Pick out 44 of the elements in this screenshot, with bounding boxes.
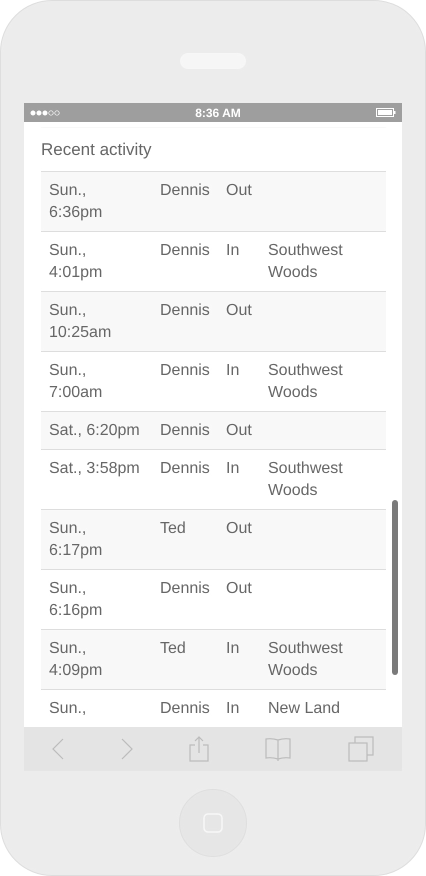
- section-title: Recent activity: [41, 139, 153, 161]
- direction-cell: Out: [226, 520, 252, 536]
- direction-cell: Out: [226, 182, 252, 198]
- share-icon[interactable]: [188, 736, 209, 762]
- place-cell: Southwest Woods: [268, 460, 343, 498]
- date-cell: Sun., 6:36pm: [49, 182, 102, 220]
- date-cell: Sun., 4:09pm: [49, 640, 102, 678]
- date-cell: Sun., 6:16pm: [49, 580, 102, 618]
- direction-cell: In: [226, 700, 240, 716]
- date-cell: Sun., 6:17pm: [49, 520, 102, 558]
- date-cell: Sun., 10:25am: [49, 302, 112, 340]
- direction-cell: Out: [226, 580, 252, 596]
- status-time: 8:36 AM: [195, 104, 241, 122]
- forward-icon[interactable]: [120, 738, 133, 760]
- direction-cell: In: [226, 242, 240, 258]
- person-cell: Dennis: [160, 580, 210, 596]
- direction-cell: In: [226, 460, 240, 476]
- person-cell: Dennis: [160, 460, 210, 476]
- tabs-icon[interactable]: [348, 736, 374, 762]
- person-cell: Dennis: [160, 182, 210, 198]
- direction-cell: In: [226, 640, 240, 656]
- person-cell: Dennis: [160, 362, 210, 378]
- place-cell: Southwest Woods: [268, 242, 343, 280]
- place-cell: New Land: [268, 700, 340, 716]
- person-cell: Dennis: [160, 700, 210, 716]
- place-cell: Southwest Woods: [268, 362, 343, 400]
- back-icon[interactable]: [52, 738, 64, 760]
- person-cell: Dennis: [160, 422, 210, 438]
- person-cell: Dennis: [160, 242, 210, 258]
- direction-cell: In: [226, 362, 240, 378]
- battery-icon: [376, 108, 396, 117]
- date-cell: Sun., 4:01pm: [49, 242, 102, 280]
- date-cell: Sat., 3:58pm: [49, 460, 140, 476]
- place-cell: Southwest Woods: [268, 640, 343, 678]
- date-cell: Sun., 7:00am: [49, 362, 102, 400]
- person-cell: Ted: [160, 640, 186, 656]
- date-cell: Sat., 6:20pm: [49, 422, 140, 438]
- direction-cell: Out: [226, 302, 252, 318]
- person-cell: Ted: [160, 520, 186, 536]
- person-cell: Dennis: [160, 302, 210, 318]
- book-icon[interactable]: [265, 737, 292, 761]
- date-cell: Sun.,: [49, 700, 86, 716]
- signal-icon: [30, 110, 60, 116]
- direction-cell: Out: [226, 422, 252, 438]
